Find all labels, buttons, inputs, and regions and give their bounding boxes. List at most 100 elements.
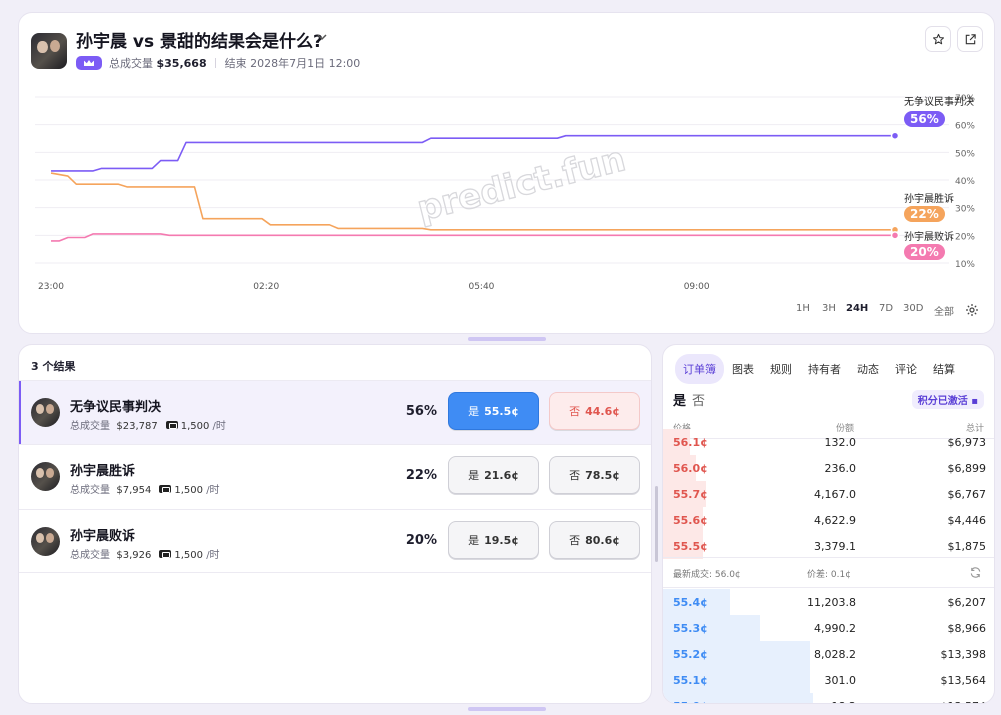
buy-no-button[interactable]: 否 80.6¢ bbox=[549, 521, 640, 559]
outcome-volume-label: 总成交量 bbox=[70, 421, 110, 432]
y-tick-label: 60% bbox=[955, 122, 975, 132]
tab-comments[interactable]: 评论 bbox=[887, 354, 925, 384]
y-tick-label: 40% bbox=[955, 177, 975, 187]
ask-row[interactable]: 55.6¢ 4,622.9 $4,446 bbox=[663, 507, 994, 533]
outcome-volume: $23,787 bbox=[116, 421, 158, 432]
points-icon: ▪ bbox=[971, 396, 978, 407]
series-name-label: 孙宇晨败诉 bbox=[904, 232, 954, 243]
orderbook-spread-row: 最新成交: 56.0¢ 价差: 0.1¢ bbox=[663, 557, 994, 588]
y-tick-label: 50% bbox=[955, 149, 975, 159]
resize-handle[interactable] bbox=[468, 707, 546, 711]
orderbook-qty: 18.2 bbox=[832, 700, 857, 703]
resize-handle[interactable] bbox=[468, 337, 546, 341]
y-tick-label: 20% bbox=[955, 232, 975, 242]
buy-no-button[interactable]: 否 44.6¢ bbox=[549, 392, 640, 430]
outcome-row[interactable]: 孙宇晨胜诉 总成交量 $7,954 1,500 /时 22% 是 21.6¢ 否 78… bbox=[19, 444, 651, 508]
outcome-name: 孙宇晨胜诉 bbox=[70, 464, 136, 479]
orderbook-total: $13,574 bbox=[941, 700, 987, 703]
x-tick-label: 09:00 bbox=[684, 282, 710, 292]
side-yes[interactable]: 是 bbox=[673, 394, 686, 409]
market-card: 孙宇晨 vs 景甜的结果会是什么? 总成交量 $35,668 结束 2028年7… bbox=[18, 12, 995, 334]
orderbook-qty: 4,990.2 bbox=[814, 622, 856, 635]
outcome-avatar bbox=[31, 527, 60, 556]
outcome-percent: 20% bbox=[405, 533, 437, 548]
bid-row[interactable]: 55.3¢ 4,990.2 $8,966 bbox=[663, 615, 994, 641]
yes-label: 是 bbox=[468, 469, 480, 482]
ask-row[interactable]: 55.7¢ 4,167.0 $6,767 bbox=[663, 481, 994, 507]
yes-label: 是 bbox=[468, 405, 480, 418]
scrollbar[interactable] bbox=[655, 486, 658, 562]
orderbook-price: 55.5¢ bbox=[673, 540, 708, 553]
buy-yes-button[interactable]: 是 21.6¢ bbox=[448, 456, 539, 494]
orderbook-price: 55.2¢ bbox=[673, 648, 708, 661]
points-icon bbox=[165, 421, 178, 429]
buy-yes-button[interactable]: 是 55.5¢ bbox=[448, 392, 539, 430]
orderbook-total: $13,398 bbox=[940, 648, 987, 661]
timeframe-24h[interactable]: 24H bbox=[846, 303, 868, 314]
crown-badge-icon bbox=[76, 56, 102, 70]
x-tick-label: 05:40 bbox=[468, 282, 494, 292]
timeframe-7d[interactable]: 7D bbox=[879, 303, 893, 314]
bid-row[interactable]: 55.0¢ 18.2 $13,574 bbox=[663, 693, 994, 703]
series-name-label: 无争议民事判决 bbox=[904, 97, 974, 108]
timeframe-30d[interactable]: 30D bbox=[903, 303, 923, 314]
bid-row[interactable]: 55.2¢ 8,028.2 $13,398 bbox=[663, 641, 994, 667]
yes-price: 19.5¢ bbox=[484, 533, 519, 547]
outcome-points: 1,500 bbox=[174, 550, 203, 561]
outcome-meta: 总成交量 $7,954 1,500 /时 bbox=[70, 481, 220, 496]
orderbook-qty: 132.0 bbox=[824, 436, 857, 449]
yes-price: 21.6¢ bbox=[484, 468, 519, 482]
orderbook-qty: 4,622.9 bbox=[814, 514, 856, 527]
outcome-name: 孙宇晨败诉 bbox=[70, 529, 136, 544]
bid-row[interactable]: 55.1¢ 301.0 $13,564 bbox=[663, 667, 994, 693]
orderbook-price: 55.3¢ bbox=[673, 622, 708, 635]
orderbook-total: $6,767 bbox=[947, 488, 987, 501]
outcome-row[interactable]: 孙宇晨败诉 总成交量 $3,926 1,500 /时 20% 是 19.5¢ 否 80… bbox=[19, 509, 651, 573]
spread: 价差: 0.1¢ bbox=[807, 570, 851, 580]
orderbook-total: $6,899 bbox=[947, 462, 987, 475]
y-tick-label: 10% bbox=[955, 260, 975, 270]
no-price: 78.5¢ bbox=[585, 468, 620, 482]
market-avatar bbox=[31, 33, 67, 69]
gear-icon[interactable] bbox=[965, 303, 979, 317]
series-value-badge: 56% bbox=[904, 111, 945, 127]
tab-activity[interactable]: 动态 bbox=[849, 354, 887, 384]
series-value-badge: 20% bbox=[904, 244, 945, 260]
tab-resolution[interactable]: 结算 bbox=[925, 354, 963, 384]
tab-orderbook[interactable]: 订单簿 bbox=[675, 354, 724, 384]
bid-row[interactable]: 55.4¢ 11,203.8 $6,207 bbox=[663, 589, 994, 615]
star-button[interactable] bbox=[925, 26, 951, 52]
x-tick-label: 02:20 bbox=[253, 282, 279, 292]
timeframe-1h[interactable]: 1H bbox=[796, 303, 810, 314]
orderbook-price: 55.4¢ bbox=[673, 596, 708, 609]
tab-chart[interactable]: 图表 bbox=[724, 354, 762, 384]
side-toggle: 是否 bbox=[673, 390, 711, 409]
side-no[interactable]: 否 bbox=[692, 394, 705, 409]
timeframe-all[interactable]: 全部 bbox=[934, 303, 954, 318]
orderbook-tabs: 订单簿 图表 规则 持有者 动态 评论 结算 bbox=[675, 354, 963, 384]
outcome-volume: $7,954 bbox=[116, 485, 152, 496]
outcome-percent: 22% bbox=[405, 468, 437, 483]
ask-row[interactable]: 55.5¢ 3,379.1 $1,875 bbox=[663, 533, 994, 559]
tab-rules[interactable]: 规则 bbox=[762, 354, 800, 384]
orderbook-total: $6,973 bbox=[947, 436, 987, 449]
orderbook-panel: 订单簿 图表 规则 持有者 动态 评论 结算 是否 积分已激活 ▪ 价格 份额 … bbox=[662, 344, 995, 704]
orderbook-total: $6,207 bbox=[947, 596, 987, 609]
share-button[interactable] bbox=[957, 26, 983, 52]
ask-row[interactable]: 56.0¢ 236.0 $6,899 bbox=[663, 455, 994, 481]
timeframe-3h[interactable]: 3H bbox=[822, 303, 836, 314]
orderbook-total: $13,564 bbox=[940, 674, 987, 687]
market-title: 孙宇晨 vs 景甜的结果会是什么? bbox=[76, 32, 323, 52]
buy-no-button[interactable]: 否 78.5¢ bbox=[549, 456, 640, 494]
ask-row[interactable]: 56.1¢ 132.0 $6,973 bbox=[663, 429, 994, 455]
tab-holders[interactable]: 持有者 bbox=[800, 354, 849, 384]
share-icon bbox=[965, 33, 976, 44]
series-end-point bbox=[890, 231, 900, 240]
chevron-down-icon[interactable] bbox=[315, 30, 329, 44]
outcome-row[interactable]: 无争议民事判决 总成交量 $23,787 1,500 /时 56% 是 55.5¢ … bbox=[19, 380, 651, 444]
refresh-icon[interactable] bbox=[969, 566, 982, 579]
outcome-avatar bbox=[31, 462, 60, 491]
orderbook-qty: 3,379.1 bbox=[814, 540, 856, 553]
buy-yes-button[interactable]: 是 19.5¢ bbox=[448, 521, 539, 559]
series-name-label: 孙宇晨胜诉 bbox=[904, 194, 954, 205]
